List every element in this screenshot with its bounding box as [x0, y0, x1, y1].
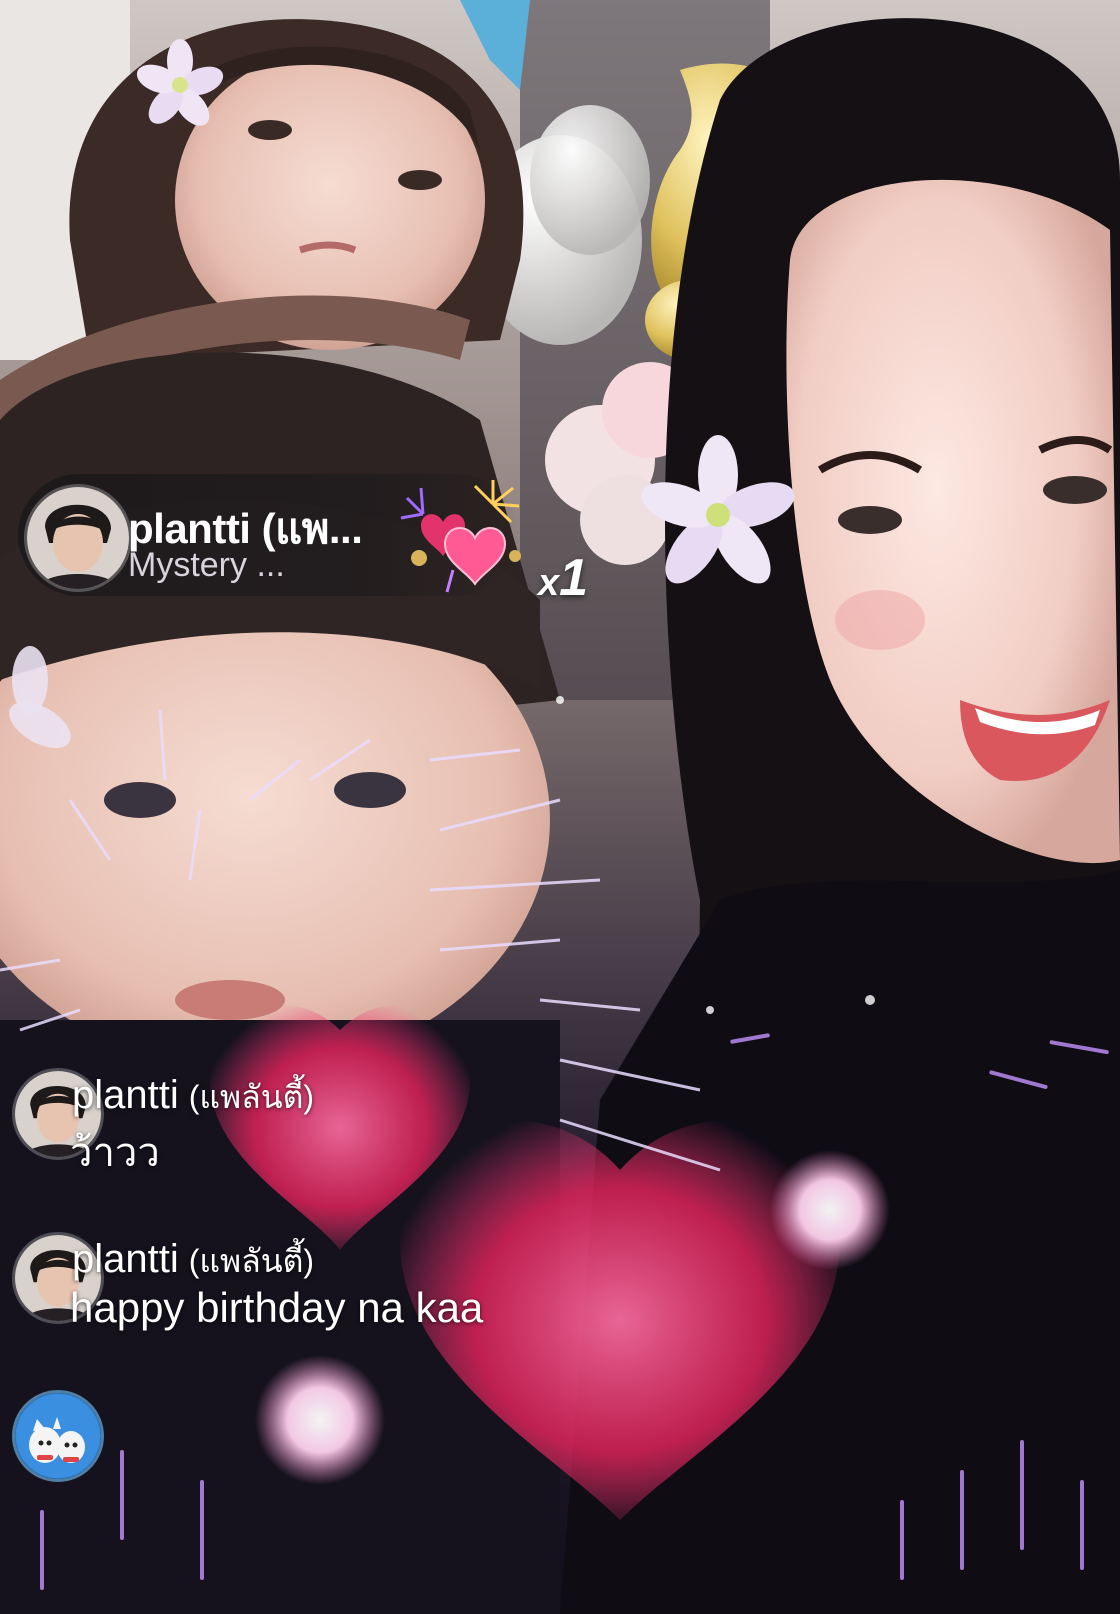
comment-text: happy birthday na kaa: [70, 1284, 484, 1331]
chat-comment[interactable]: [12, 1390, 112, 1490]
gift-sender-avatar[interactable]: [24, 484, 132, 592]
gift-notification-banner[interactable]: plantti (แพ... Mystery ...: [18, 474, 521, 596]
comment-text: ว้าวว: [70, 1131, 160, 1175]
chat-comment[interactable]: plantti (แพลันตี้) happy birthday na kaa: [12, 1232, 672, 1342]
commenter-username[interactable]: plantti (แพลันตี้): [72, 1236, 314, 1287]
live-stream-view: plantti (แพ... Mystery ... x1 plantti (แ…: [0, 0, 1120, 1614]
heart-fireworks-icon: [400, 480, 521, 593]
chat-comment[interactable]: plantti (แพลันตี้) ว้าวว: [12, 1068, 432, 1178]
commenter-avatar[interactable]: [12, 1390, 104, 1482]
video-background: [0, 0, 1120, 1614]
gift-name: Mystery ...: [128, 546, 285, 584]
commenter-username[interactable]: plantti (แพลันตี้): [72, 1072, 314, 1123]
gift-combo-count: x1: [538, 549, 589, 607]
